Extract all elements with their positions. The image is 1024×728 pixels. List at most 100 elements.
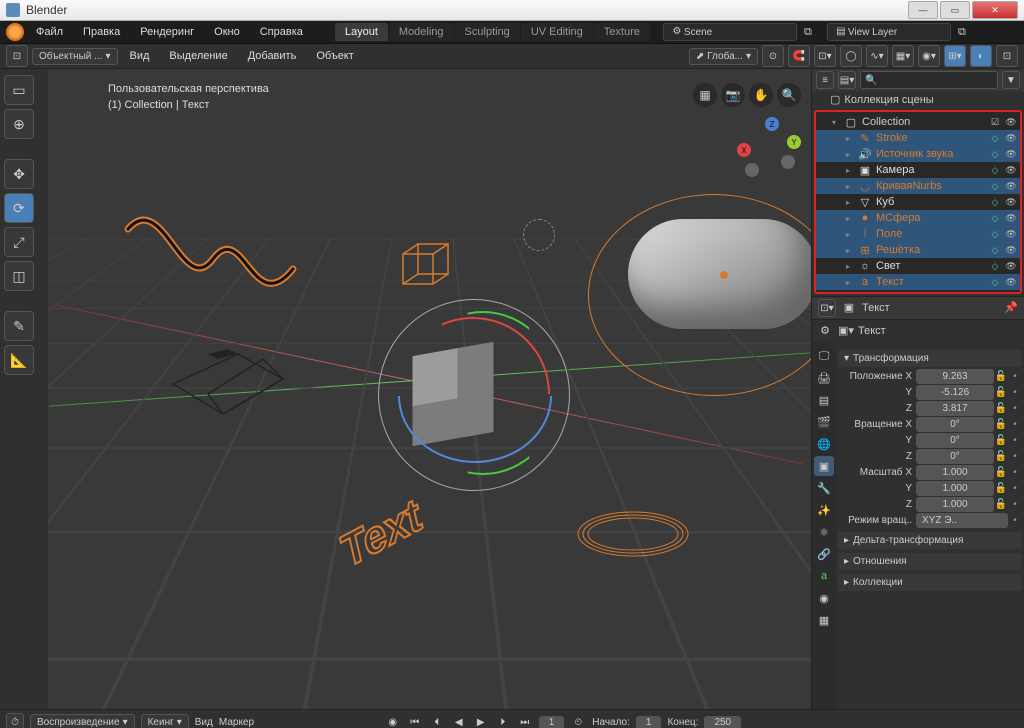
- ptab-material[interactable]: ◉: [814, 588, 834, 608]
- outliner-item-5[interactable]: ▸●МСфера◇👁: [816, 210, 1020, 226]
- object-menu[interactable]: Объект: [308, 48, 361, 64]
- data-toggle[interactable]: ◇: [988, 275, 1002, 289]
- outliner-search[interactable]: 🔍: [860, 71, 998, 89]
- data-toggle[interactable]: ◇: [988, 211, 1002, 225]
- visibility-toggle[interactable]: 👁: [1004, 195, 1018, 209]
- zoom-button[interactable]: 🔍: [777, 83, 801, 107]
- outliner-item-3[interactable]: ▸◡КриваяNurbs◇👁: [816, 178, 1020, 194]
- ptab-constraints[interactable]: 🔗: [814, 544, 834, 564]
- editor-type-button[interactable]: ⊡: [6, 45, 28, 67]
- visibility-toggle[interactable]: 👁: [1004, 163, 1018, 177]
- lock-icon[interactable]: 🔓: [994, 371, 1008, 382]
- scale-x[interactable]: 1.000: [916, 465, 994, 480]
- timeline-view[interactable]: Вид: [195, 717, 213, 728]
- nav-x[interactable]: X: [737, 143, 751, 157]
- blender-icon[interactable]: [6, 23, 24, 41]
- add-menu[interactable]: Добавить: [240, 48, 305, 64]
- data-toggle[interactable]: ◇: [988, 227, 1002, 241]
- visibility-toggle[interactable]: 👁: [1004, 243, 1018, 257]
- end-frame[interactable]: 250: [704, 716, 741, 728]
- outliner-item-4[interactable]: ▸▽Куб◇👁: [816, 194, 1020, 210]
- ptab-modifiers[interactable]: 🔧: [814, 478, 834, 498]
- select-tool[interactable]: ▭: [4, 75, 34, 105]
- data-toggle[interactable]: ◇: [988, 163, 1002, 177]
- outliner-item-2[interactable]: ▸▣Камера◇👁: [816, 162, 1020, 178]
- keying-menu[interactable]: Кеинг ▾: [141, 714, 189, 728]
- chevron-right-icon[interactable]: ▸: [846, 182, 854, 191]
- chevron-right-icon[interactable]: ▸: [846, 214, 854, 223]
- ptab-output[interactable]: 🖨: [814, 368, 834, 388]
- outliner-item-6[interactable]: ▸⦚Поле◇👁: [816, 226, 1020, 242]
- chevron-right-icon[interactable]: ▸: [846, 246, 854, 255]
- timeline-type-button[interactable]: ⏱: [6, 713, 24, 728]
- view-menu[interactable]: Вид: [122, 48, 158, 64]
- move-tool[interactable]: ✥: [4, 159, 34, 189]
- outliner-item-8[interactable]: ▸☼Свет◇👁: [816, 258, 1020, 274]
- pos-y[interactable]: -5.126: [916, 385, 994, 400]
- scene-copy-icon[interactable]: ⧉: [801, 25, 815, 39]
- outliner-scene-collection[interactable]: ▢ Коллекция сцены: [812, 91, 1024, 108]
- jump-start-button[interactable]: ⏮: [407, 714, 423, 728]
- lock-icon[interactable]: 🔓: [994, 387, 1008, 398]
- pos-x[interactable]: 9.263: [916, 369, 994, 384]
- autokey-button[interactable]: ◉: [385, 714, 401, 728]
- maximize-button[interactable]: ▭: [940, 1, 970, 19]
- outliner-display-button[interactable]: ▤▾: [838, 71, 856, 89]
- visibility-toggle[interactable]: 👁: [1004, 115, 1018, 129]
- visibility-toggle[interactable]: 👁: [1004, 147, 1018, 161]
- menu-file[interactable]: Файл: [28, 24, 71, 40]
- menu-edit[interactable]: Правка: [75, 24, 128, 40]
- minimize-button[interactable]: —: [908, 1, 938, 19]
- scale-tool[interactable]: ⤢: [4, 227, 34, 257]
- ptab-texture[interactable]: ▦: [814, 610, 834, 630]
- chevron-right-icon[interactable]: ▸: [846, 262, 854, 271]
- ptab-data[interactable]: a: [814, 566, 834, 586]
- select-menu[interactable]: Выделение: [161, 48, 235, 64]
- overlay-button[interactable]: ◉▾: [918, 45, 940, 67]
- start-frame[interactable]: 1: [636, 716, 662, 728]
- jump-end-button[interactable]: ⏭: [517, 714, 533, 728]
- tab-modeling[interactable]: Modeling: [389, 23, 454, 41]
- delta-section[interactable]: ▸ Дельта-трансформация: [838, 532, 1022, 549]
- rot-x[interactable]: 0°: [916, 417, 994, 432]
- props-type-button[interactable]: ⊡▾: [818, 299, 836, 317]
- pan-button[interactable]: ✋: [749, 83, 773, 107]
- menu-help[interactable]: Справка: [252, 24, 311, 40]
- shading-wire-button[interactable]: ⊡: [996, 45, 1018, 67]
- data-toggle[interactable]: ◇: [988, 131, 1002, 145]
- tab-layout[interactable]: Layout: [335, 23, 388, 41]
- rotate-tool[interactable]: ⟳: [4, 193, 34, 223]
- nav-y[interactable]: Y: [787, 135, 801, 149]
- camera-button[interactable]: 📷: [721, 83, 745, 107]
- nav-neg1[interactable]: [781, 155, 795, 169]
- ptab-physics[interactable]: ⚛: [814, 522, 834, 542]
- viewlayer-selector[interactable]: ▤ View Layer: [827, 23, 951, 41]
- data-toggle[interactable]: ◇: [988, 243, 1002, 257]
- transform-section[interactable]: ▾ Трансформация: [838, 350, 1022, 367]
- pin-icon[interactable]: 📌: [1004, 301, 1018, 315]
- nav-gizmo[interactable]: Z Y X: [743, 119, 803, 179]
- shading-solid-button[interactable]: ◐: [970, 45, 992, 67]
- next-key-button[interactable]: ⏵: [495, 714, 511, 728]
- proportional-type-button[interactable]: ∿▾: [866, 45, 888, 67]
- chevron-right-icon[interactable]: ▸: [846, 150, 854, 159]
- proportional-button[interactable]: ◯: [840, 45, 862, 67]
- camera-view-button[interactable]: ▦: [693, 83, 717, 107]
- relations-section[interactable]: ▸ Отношения: [838, 553, 1022, 570]
- mode-selector[interactable]: Объектный ... ▾: [32, 48, 118, 65]
- outliner-item-0[interactable]: ▸✎Stroke◇👁: [816, 130, 1020, 146]
- rot-mode[interactable]: XYZ Э..: [916, 513, 1008, 528]
- chevron-right-icon[interactable]: ▸: [846, 166, 854, 175]
- ptab-world[interactable]: 🌐: [814, 434, 834, 454]
- gizmo-visibility-button[interactable]: ▦▾: [892, 45, 914, 67]
- outliner-filter-button[interactable]: ▼: [1002, 71, 1020, 89]
- ptab-particles[interactable]: ✨: [814, 500, 834, 520]
- lock-icon[interactable]: 🔓: [994, 403, 1008, 414]
- chevron-right-icon[interactable]: ▸: [846, 198, 854, 207]
- nav-neg2[interactable]: [745, 163, 759, 177]
- visibility-toggle[interactable]: 👁: [1004, 259, 1018, 273]
- data-toggle[interactable]: ◇: [988, 179, 1002, 193]
- ptab-viewlayer[interactable]: ▤: [814, 390, 834, 410]
- play-button[interactable]: ▶: [473, 714, 489, 728]
- visibility-toggle[interactable]: 👁: [1004, 131, 1018, 145]
